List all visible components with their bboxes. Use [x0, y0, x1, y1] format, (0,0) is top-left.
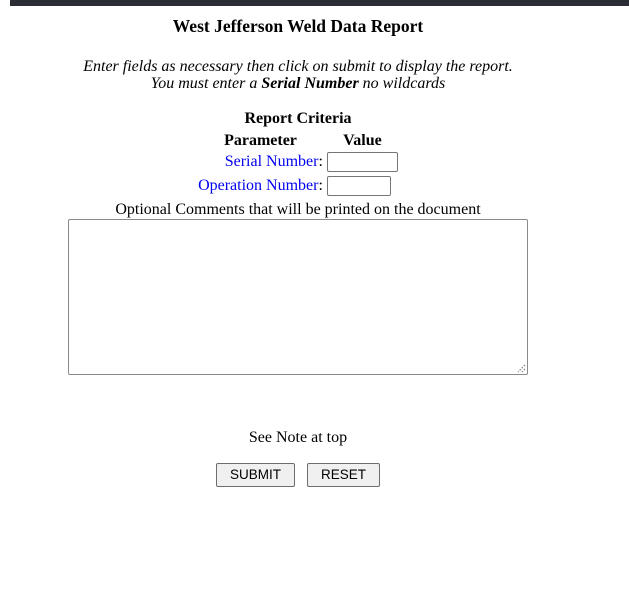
- submit-button[interactable]: SUBMIT: [216, 463, 295, 487]
- serial-number-link[interactable]: Serial Number: [225, 153, 319, 170]
- serial-number-input[interactable]: [327, 152, 398, 172]
- operation-number-link[interactable]: Operation Number: [198, 177, 318, 194]
- see-note-text: See Note at top: [0, 430, 596, 445]
- comments-textarea[interactable]: [68, 219, 528, 375]
- instructions: Enter fields as necessary then click on …: [0, 58, 596, 92]
- instructions-line2: You must enter a Serial Number no wildca…: [151, 75, 445, 92]
- serial-number-emphasis: Serial Number: [261, 75, 358, 92]
- window-top-bar: [10, 0, 629, 6]
- criteria-table: Parameter Value Serial Number: Operation…: [196, 131, 400, 198]
- serial-number-label-cell: Serial Number:: [196, 150, 325, 174]
- parameter-column-header: Parameter: [196, 131, 325, 150]
- button-row: SUBMIT RESET: [0, 463, 596, 487]
- comments-area: [68, 219, 528, 375]
- comments-caption: Optional Comments that will be printed o…: [0, 202, 596, 217]
- table-row: Serial Number:: [196, 150, 400, 174]
- instructions-line1: Enter fields as necessary then click on …: [83, 58, 513, 75]
- table-row: Operation Number:: [196, 174, 400, 198]
- report-criteria-heading: Report Criteria: [0, 111, 596, 127]
- colon: :: [318, 153, 322, 170]
- operation-number-input[interactable]: [327, 176, 391, 196]
- operation-number-label-cell: Operation Number:: [196, 174, 325, 198]
- colon: :: [318, 177, 322, 194]
- reset-button[interactable]: RESET: [307, 463, 380, 487]
- criteria-header-row: Parameter Value: [196, 131, 400, 150]
- resize-handle-icon[interactable]: [515, 362, 526, 373]
- page-title: West Jefferson Weld Data Report: [0, 16, 596, 37]
- serial-number-value-cell: [325, 150, 400, 174]
- operation-number-value-cell: [325, 174, 400, 198]
- report-form-page: West Jefferson Weld Data Report Enter fi…: [0, 0, 596, 487]
- value-column-header: Value: [325, 131, 400, 150]
